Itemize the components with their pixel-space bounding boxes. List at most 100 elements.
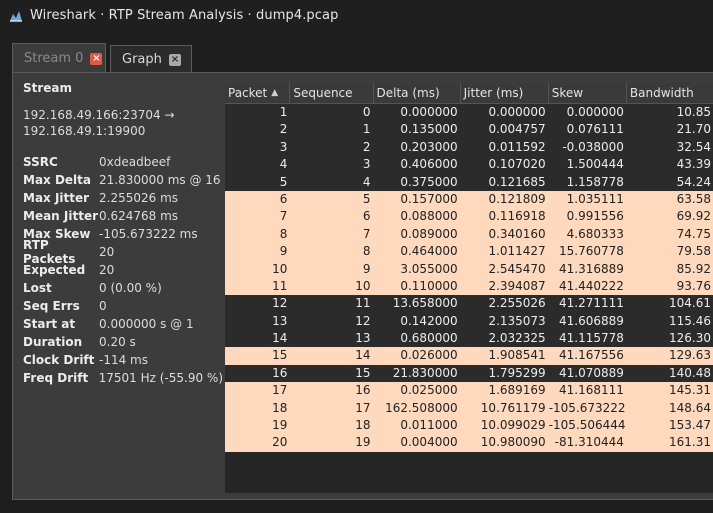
cell-skew: 4.680333 xyxy=(566,226,624,241)
cell-skew: 41.115778 xyxy=(559,331,624,346)
cell-delta: 0.011000 xyxy=(400,418,458,433)
cell-packet: 4 xyxy=(279,157,288,172)
wireshark-icon xyxy=(8,8,24,24)
cell-jitter: 2.032325 xyxy=(488,331,546,346)
destination-address: 192.168.49.1:19900 xyxy=(23,124,146,138)
stat-label: Clock Drift xyxy=(23,353,95,367)
cell-skew: 1.500444 xyxy=(566,157,624,172)
cell-packet: 11 xyxy=(272,278,288,293)
stat-row: Duration 0.20 s xyxy=(23,333,223,351)
stream-summary: Stream 192.168.49.166:23704 → 192.168.49… xyxy=(23,81,223,387)
table-row[interactable]: 5 4 0.375000 0.121685 1.158778 54.24 xyxy=(225,173,713,191)
cell-delta: 0.203000 xyxy=(400,139,458,154)
stat-value: 17501 Hz (-55.90 %) xyxy=(98,371,223,385)
cell-seq: 11 xyxy=(355,296,371,311)
table-row[interactable]: 17 16 0.025000 1.689169 41.168111 145.31 xyxy=(225,382,713,400)
tab-stream-0[interactable]: Stream 0 × xyxy=(12,43,106,73)
tab-bar: Stream 0 × Graph × xyxy=(0,31,713,73)
cell-delta: 0.680000 xyxy=(400,331,458,346)
stat-label: Max Jitter xyxy=(23,191,90,205)
stat-row: SSRC 0xdeadbeef xyxy=(23,153,223,171)
stat-row: Seq Errs 0 xyxy=(23,297,223,315)
table-row[interactable]: 9 8 0.464000 1.011427 15.760778 79.58 xyxy=(225,243,713,261)
cell-bw: 21.70 xyxy=(676,122,712,137)
table-row[interactable]: 14 13 0.680000 2.032325 41.115778 126.30 xyxy=(225,330,713,348)
cell-delta: 0.025000 xyxy=(400,383,458,398)
cell-jitter: 10.980090 xyxy=(480,435,546,450)
cell-bw: 129.63 xyxy=(669,348,712,363)
cell-jitter: 1.689169 xyxy=(488,383,546,398)
cell-bw: 145.31 xyxy=(669,383,712,398)
column-header-delta[interactable]: Delta (ms) xyxy=(374,83,461,103)
cell-bw: 148.64 xyxy=(669,400,712,415)
table-row[interactable]: 4 3 0.406000 0.107020 1.500444 43.39 xyxy=(225,156,713,174)
cell-packet: 1 xyxy=(279,105,288,119)
table-row[interactable]: 19 18 0.011000 10.099029 -105.506444 153.47 xyxy=(225,417,713,435)
table-row[interactable]: 3 2 0.203000 0.011592 -0.038000 32.54 xyxy=(225,138,713,157)
stream-stats: SSRC 0xdeadbeef Max Delta 21.830000 ms @ 16… xyxy=(23,153,223,387)
cell-jitter: 1.908541 xyxy=(488,348,546,363)
stat-value: 0 xyxy=(99,299,107,313)
cell-jitter: 2.545470 xyxy=(488,261,546,276)
stat-row: Mean Jitter 0.624768 ms xyxy=(23,207,223,225)
stat-row: Freq Drift 17501 Hz (-55.90 %) xyxy=(23,369,223,387)
cell-jitter: 2.255026 xyxy=(488,296,546,311)
table-row[interactable]: 1 0 0.000000 0.000000 0.000000 10.85 xyxy=(225,104,713,122)
cell-jitter: 2.135073 xyxy=(488,313,546,328)
column-header-packet[interactable]: Packet ▲ xyxy=(225,83,291,103)
stat-value: 0 (0.00 %) xyxy=(99,281,162,295)
table-row[interactable]: 13 12 0.142000 2.135073 41.606889 115.46 xyxy=(225,312,713,331)
cell-jitter: 1.795299 xyxy=(488,365,546,380)
cell-bw: 104.61 xyxy=(669,296,712,311)
cell-seq: 0 xyxy=(362,105,371,119)
table-row[interactable]: 11 10 0.110000 2.394087 41.440222 93.76 xyxy=(225,277,713,296)
table-row[interactable]: 15 14 0.026000 1.908541 41.167556 129.63 xyxy=(225,347,713,365)
cell-skew: 0.000000 xyxy=(566,105,624,119)
cell-skew: 41.606889 xyxy=(559,313,624,328)
table-row[interactable]: 12 11 13.658000 2.255026 41.271111 104.61 xyxy=(225,295,713,313)
stat-label: Expected xyxy=(23,263,86,277)
column-header-jitter[interactable]: Jitter (ms) xyxy=(461,83,549,103)
table-row[interactable]: 16 15 21.830000 1.795299 41.070889 140.48 xyxy=(225,364,713,383)
table-row[interactable]: 10 9 3.055000 2.545470 41.316889 85.92 xyxy=(225,260,713,278)
cell-seq: 6 xyxy=(362,209,371,224)
cell-delta: 0.000000 xyxy=(400,105,458,119)
cell-bw: 74.75 xyxy=(676,226,712,241)
cell-bw: 69.92 xyxy=(676,209,712,224)
cell-seq: 9 xyxy=(362,261,371,276)
cell-packet: 3 xyxy=(279,139,288,154)
cell-jitter: 1.011427 xyxy=(488,244,546,259)
cell-bw: 32.54 xyxy=(676,139,712,154)
stat-value: 0.000000 s @ 1 xyxy=(99,317,194,331)
table-row[interactable]: 2 1 0.135000 0.004757 0.076111 21.70 xyxy=(225,121,713,139)
cell-seq: 16 xyxy=(355,383,371,398)
cell-delta: 3.055000 xyxy=(400,261,458,276)
cell-seq: 12 xyxy=(355,313,371,328)
table-row[interactable]: 7 6 0.088000 0.116918 0.991556 69.92 xyxy=(225,208,713,226)
close-icon[interactable]: × xyxy=(168,53,181,66)
cell-skew: 1.158778 xyxy=(566,174,624,189)
stat-label: Lost xyxy=(23,281,52,295)
table-row[interactable]: 6 5 0.157000 0.121809 1.035111 63.58 xyxy=(225,190,713,209)
tab-graph[interactable]: Graph × xyxy=(110,45,192,73)
cell-seq: 18 xyxy=(355,418,371,433)
close-icon[interactable]: × xyxy=(90,52,103,65)
table-row[interactable]: 18 17 162.508000 10.761179 -105.673222 148.64 xyxy=(225,399,713,418)
column-header-bandwidth[interactable]: Bandwidth xyxy=(627,83,713,103)
table-row[interactable]: 20 19 0.004000 10.980090 -81.310444 161.31 xyxy=(225,434,713,452)
stat-value: 0.20 s xyxy=(99,335,136,349)
cell-packet: 13 xyxy=(272,313,288,328)
table-row[interactable]: 8 7 0.089000 0.340160 4.680333 74.75 xyxy=(225,225,713,244)
cell-delta: 0.157000 xyxy=(400,191,458,206)
cell-jitter: 0.340160 xyxy=(488,226,546,241)
cell-skew: 1.035111 xyxy=(566,191,624,206)
cell-bw: 161.31 xyxy=(669,435,712,450)
column-header-skew[interactable]: Skew xyxy=(549,83,627,103)
packet-table[interactable]: Packet ▲ Sequence Delta (ms) Jitter (ms) … xyxy=(225,83,713,493)
table-body: 1 0 0.000000 0.000000 0.000000 10.85 2 1 0.13500… xyxy=(225,104,713,452)
cell-bw: 79.58 xyxy=(676,244,712,259)
column-header-sequence[interactable]: Sequence xyxy=(290,83,374,103)
tab-label: Graph xyxy=(122,52,162,67)
stat-value: 21.830000 ms @ 16 xyxy=(99,173,221,187)
cell-packet: 2 xyxy=(279,122,288,137)
